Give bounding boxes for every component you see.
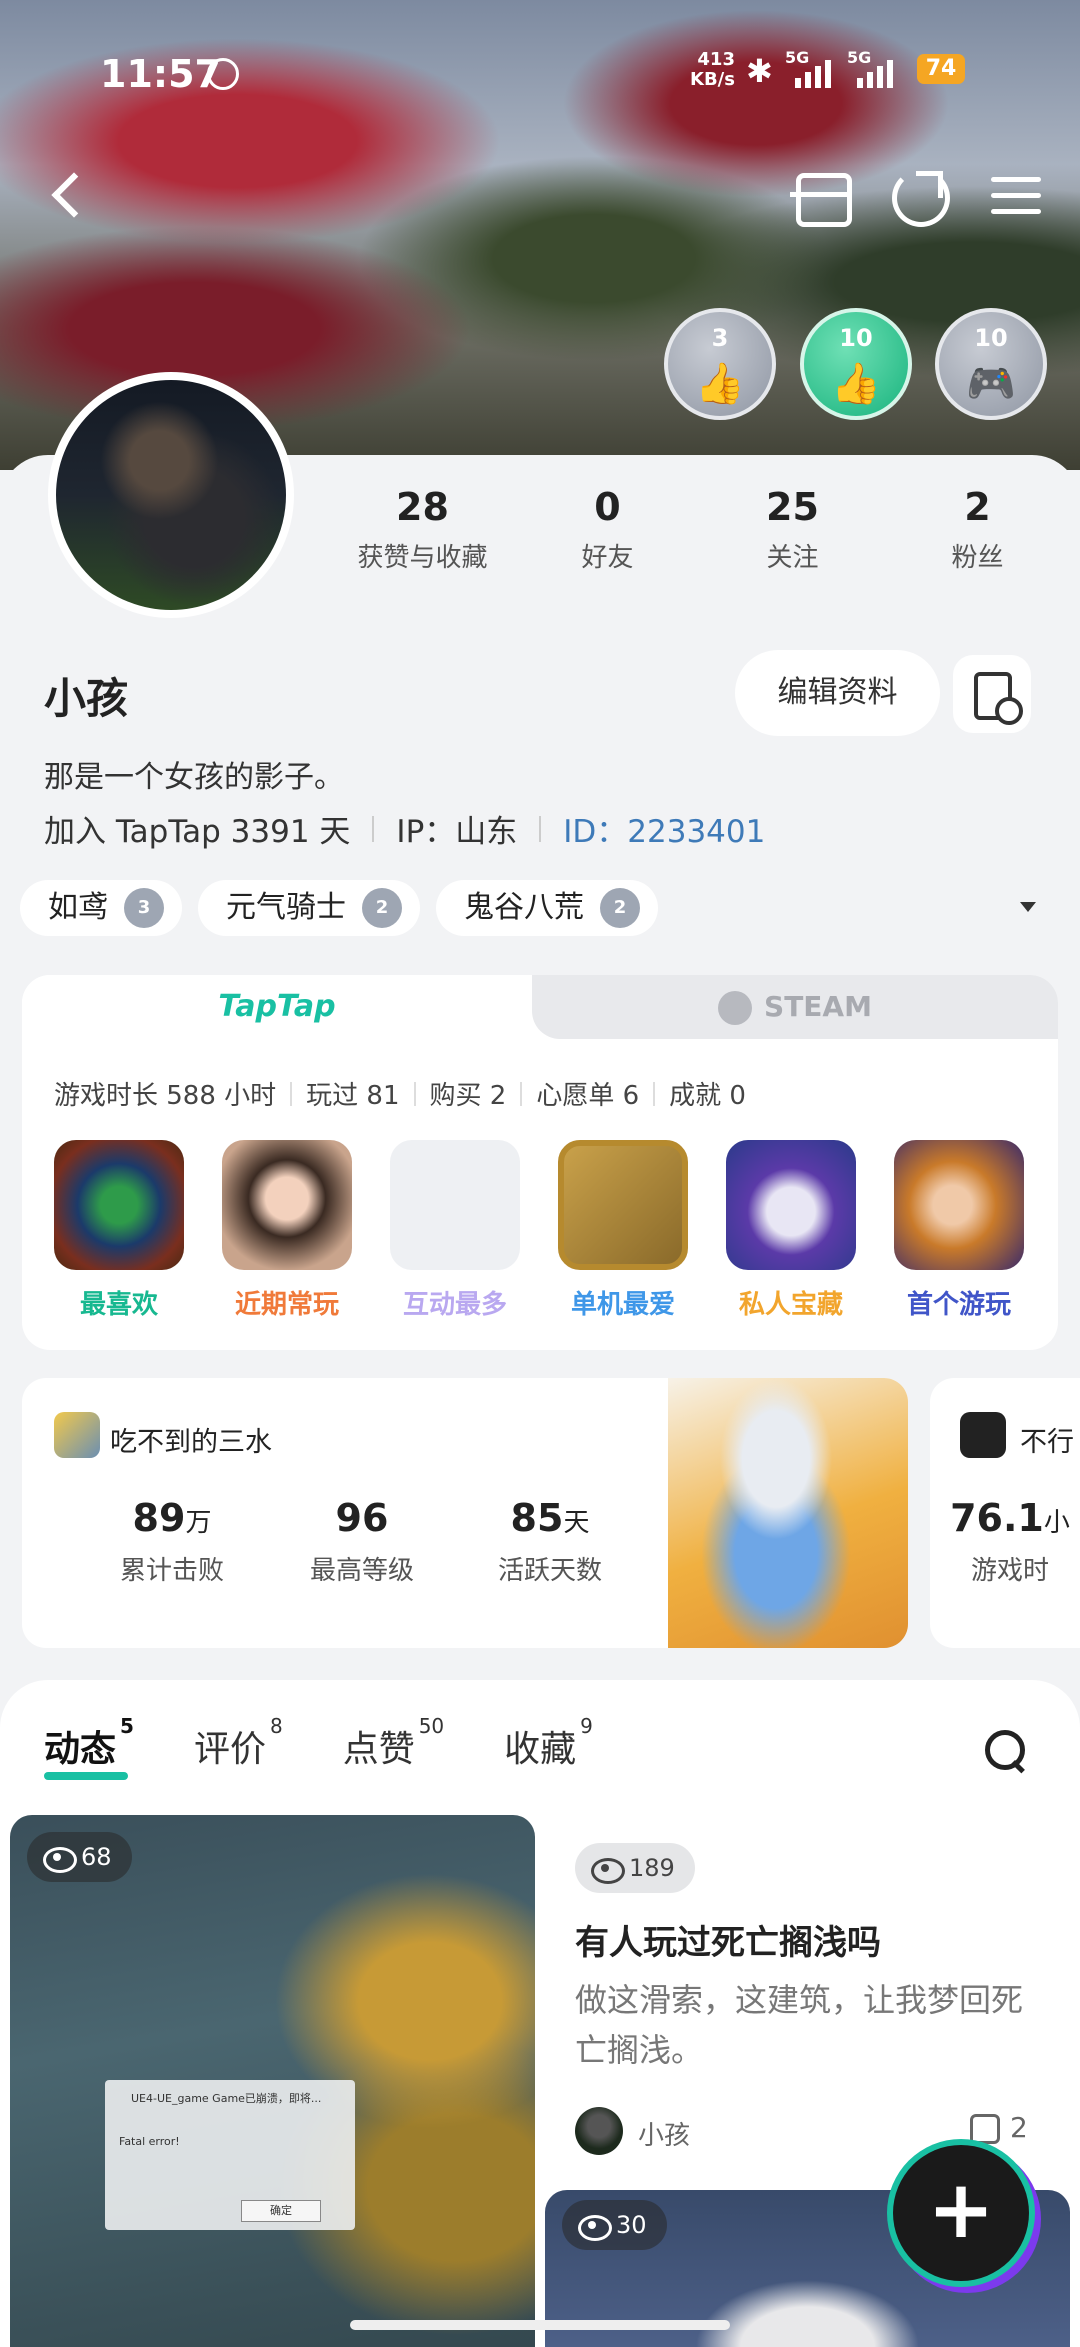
username: 小孩 [44, 674, 129, 723]
edit-profile-button[interactable]: 编辑资料 [735, 650, 940, 736]
post-excerpt: 做这滑索，这建筑，让我梦回死亡搁浅。 [575, 1981, 1024, 2069]
game-highlight-recent[interactable]: 近期常玩 [222, 1140, 352, 1321]
bio: 那是一个女孩的影子。 [44, 760, 344, 795]
status-bar: 11:57 413 KB/s ✱ 5G 5G 74 [0, 40, 1080, 110]
alarm-clock-icon [207, 58, 239, 90]
game-highlight-favorite[interactable]: 最喜欢 [54, 1140, 184, 1321]
screenshot-error-dialog: UE4-UE_game Game已崩溃，即将... Fatal error! 确… [105, 2080, 355, 2230]
avatar [575, 2107, 623, 2155]
post-author: 小孩 [638, 2121, 691, 2151]
stat-following[interactable]: 25 关注 [700, 485, 885, 585]
battery-indicator: 74 [917, 54, 965, 84]
level-icon: 2 [362, 888, 402, 928]
achievement-badge[interactable]: 3 👍 [664, 308, 776, 420]
search-icon[interactable] [985, 1730, 1029, 1774]
thumbs-up-icon: 👍 [831, 361, 881, 407]
game-highlight-first[interactable]: 首个游玩 [894, 1140, 1024, 1321]
game-library-card: TapTap STEAM 游戏时长 588 小时 玩过 81 购买 2 心愿单 … [22, 975, 1058, 1350]
game-icon [894, 1140, 1024, 1270]
game-highlights: 最喜欢 近期常玩 互动最多 单机最爱 私人宝藏 首个游玩 [54, 1140, 1024, 1321]
game-icon [54, 1412, 100, 1458]
create-post-button[interactable]: + [893, 2145, 1029, 2281]
game-icon [960, 1412, 1006, 1458]
game-stat-card[interactable]: 吃不到的三水 89万 累计击败 96 最高等级 85天 活跃天数 [22, 1378, 908, 1648]
signal-icon: 5G [847, 48, 907, 88]
game-icon [54, 1140, 184, 1270]
game-tags: 如鸢 3 元气骑士 2 鬼谷八荒 2 [20, 880, 658, 936]
game-highlight-treasure[interactable]: 私人宝藏 [726, 1140, 856, 1321]
status-time: 11:57 [100, 52, 221, 96]
menu-icon[interactable] [987, 165, 1047, 225]
join-days: 加入 TapTap 3391 天 [44, 814, 351, 850]
bluetooth-icon: ✱ [746, 52, 773, 90]
avatar[interactable] [48, 372, 294, 618]
stat-block: 89万 累计击败 [119, 1496, 224, 1586]
tab-reviews[interactable]: 评价8 [194, 1714, 283, 1772]
gamepad-icon [390, 1140, 520, 1270]
home-indicator[interactable] [350, 2320, 730, 2330]
game-stat-card[interactable]: 不行 76.1小 游戏时 [930, 1378, 1080, 1648]
view-count: 30 [562, 2200, 667, 2250]
game-icon [726, 1140, 856, 1270]
game-icon [222, 1140, 352, 1270]
profile-settings-icon[interactable] [953, 655, 1031, 733]
signal-icon: 5G [785, 48, 845, 88]
tab-favorites[interactable]: 收藏9 [504, 1714, 593, 1772]
achievement-badge[interactable]: 10 👍 [800, 308, 912, 420]
thumbs-up-icon: 👍 [695, 361, 745, 407]
stat-block: 85天 活跃天数 [497, 1496, 602, 1586]
gamepad-icon: 🎮 [966, 361, 1016, 407]
feed-post[interactable]: 189 有人玩过死亡搁浅吗 做这滑索，这建筑，让我梦回死亡搁浅。 小孩 2 [545, 1815, 1070, 2185]
game-tag[interactable]: 如鸢 3 [20, 880, 182, 936]
user-id[interactable]: ID：2233401 [563, 806, 765, 851]
level-icon: 3 [124, 888, 164, 928]
game-highlight-single[interactable]: 单机最爱 [558, 1140, 688, 1321]
game-icon [558, 1140, 688, 1270]
profile-stats: 28 获赞与收藏 0 好友 25 关注 2 粉丝 [330, 485, 1070, 585]
game-highlight-interaction[interactable]: 互动最多 [390, 1140, 520, 1321]
thumbs-up-icon [970, 2114, 1000, 2144]
stat-block: 96 最高等级 [309, 1496, 414, 1586]
feed-tabs: 动态5 评价8 点赞50 收藏9 [44, 1714, 593, 1780]
tab-taptap[interactable]: TapTap [22, 975, 532, 1039]
scan-icon[interactable] [790, 165, 852, 227]
post-title: 有人玩过死亡搁浅吗 [575, 1923, 881, 1963]
chevron-down-icon[interactable] [1020, 902, 1036, 912]
divider [539, 815, 542, 842]
tab-steam[interactable]: STEAM [532, 975, 1058, 1039]
stat-friends[interactable]: 0 好友 [515, 485, 700, 585]
game-tag[interactable]: 鬼谷八荒 2 [436, 880, 658, 936]
stat-followers[interactable]: 2 粉丝 [885, 485, 1070, 585]
view-count: 68 [27, 1832, 132, 1882]
stat-likes[interactable]: 28 获赞与收藏 [330, 485, 515, 585]
achievement-badge[interactable]: 10 🎮 [935, 308, 1047, 420]
view-count: 189 [575, 1843, 695, 1893]
ip-location: IP：山东 [396, 814, 518, 850]
network-speed: 413 KB/s [690, 49, 735, 90]
feed-post[interactable]: 68 UE4-UE_game Game已崩溃，即将... Fatal error… [10, 1815, 535, 2347]
share-icon[interactable] [888, 165, 950, 227]
divider [372, 815, 375, 842]
level-icon: 2 [600, 888, 640, 928]
stat-block: 76.1小 游戏时 [950, 1496, 1070, 1586]
steam-icon [718, 991, 753, 1025]
back-icon[interactable] [40, 165, 100, 225]
game-character-art [668, 1378, 908, 1648]
tab-likes[interactable]: 点赞50 [343, 1714, 444, 1772]
tab-posts[interactable]: 动态5 [44, 1714, 134, 1780]
profile-meta: 加入 TapTap 3391 天 IP：山东 ID：2233401 [44, 806, 765, 851]
game-tag[interactable]: 元气骑士 2 [198, 880, 420, 936]
game-stats: 游戏时长 588 小时 玩过 81 购买 2 心愿单 6 成就 0 [54, 1081, 746, 1111]
like-button[interactable]: 2 [970, 2111, 1028, 2144]
